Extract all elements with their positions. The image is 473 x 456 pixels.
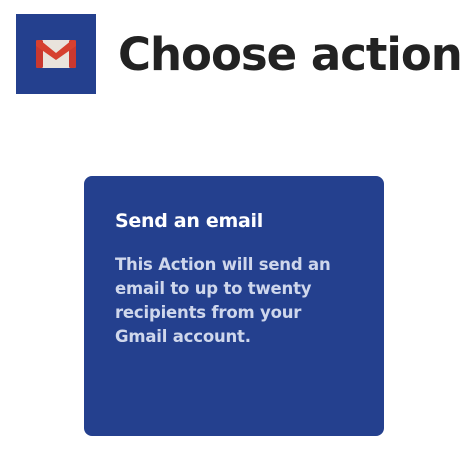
action-title: Send an email [115,210,263,232]
gmail-icon [36,40,76,68]
action-card-send-an-email[interactable]: Send an email This Action will send an e… [84,176,384,436]
choose-action-page: Choose action Send an email This Action … [0,0,473,456]
page-header: Choose action [16,14,463,94]
service-logo [16,14,96,94]
page-title: Choose action [118,27,463,81]
action-description: This Action will send an email to up to … [115,254,331,346]
